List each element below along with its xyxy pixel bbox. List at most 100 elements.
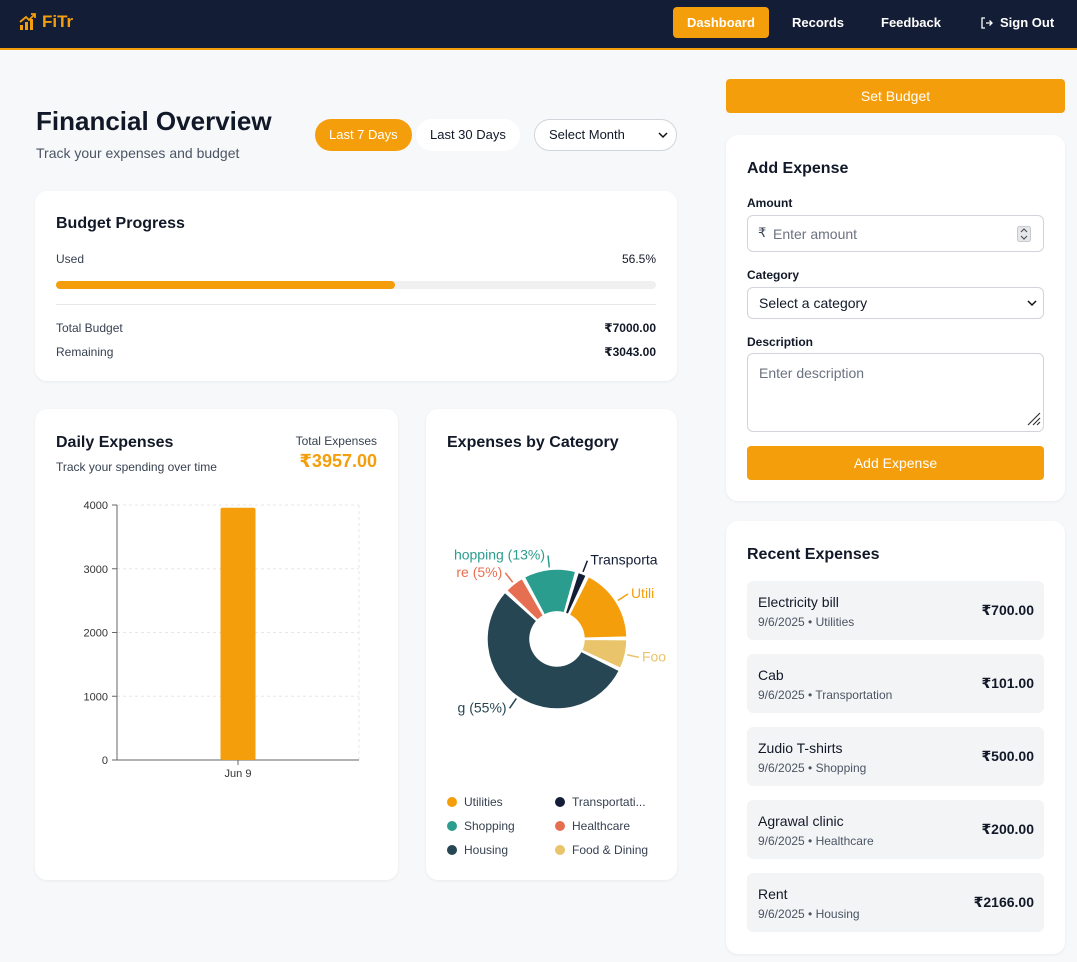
legend-swatch [447,821,457,831]
legend-swatch [447,845,457,855]
expense-amount: ₹700.00 [981,602,1034,618]
remaining-label: Remaining [56,345,114,359]
expense-amount: ₹200.00 [981,821,1034,837]
expense-amount: ₹2166.00 [973,894,1034,910]
description-placeholder: Enter description [759,365,865,381]
sign-out-icon [981,16,993,29]
used-label: Used [56,252,85,266]
add-expense-title: Add Expense [747,160,849,177]
expense-meta: 9/6/2025 • Healthcare [758,834,874,848]
expense-amount: ₹500.00 [981,748,1034,764]
recent-expense-item[interactable]: Agrawal clinic 9/6/2025 • Healthcare ₹20… [747,800,1044,859]
bar [220,507,256,760]
budget-progress-fill [56,281,395,289]
month-select[interactable]: Select Month [534,119,677,151]
y-tick-label: 3000 [84,564,108,576]
add-expense-card: Add Expense Amount ₹ Enter amount Catego… [726,135,1065,501]
expense-title: Agrawal clinic [758,813,844,829]
budget-progress-title: Budget Progress [56,215,185,232]
slice-label: g (55%) [458,699,507,715]
recent-expense-item[interactable]: Zudio T-shirts 9/6/2025 • Shopping ₹500.… [747,727,1044,786]
legend-item[interactable]: Shopping [447,819,515,833]
category-label: Category [747,268,800,282]
y-tick-label: 1000 [84,691,108,703]
month-select-value: Select Month [549,127,625,142]
total-expenses-value: ₹3957.00 [299,451,377,471]
page-title: Financial Overview [36,106,272,136]
legend-item[interactable]: Housing [447,843,508,857]
number-stepper-icon[interactable] [1017,226,1031,245]
category-select-value: Select a category [759,295,868,311]
slice-label: Utili [631,585,654,601]
top-navbar: FiTr Dashboard Records Feedback Sign Out [0,0,1077,50]
legend-label: Housing [464,843,509,857]
remaining-value: ₹3043.00 [604,345,656,359]
expense-meta: 9/6/2025 • Utilities [758,615,855,629]
category-select[interactable]: Select a category [747,287,1044,319]
resize-handle-icon[interactable] [1025,410,1041,429]
nav-dashboard[interactable]: Dashboard [673,7,769,38]
expense-title: Electricity bill [758,594,839,610]
description-textarea[interactable]: Enter description [747,353,1044,432]
filter-last-30-days[interactable]: Last 30 Days [416,119,520,151]
slice-leader-line [627,654,640,659]
used-percent: 56.5% [621,252,656,266]
expense-meta: 9/6/2025 • Shopping [758,761,867,775]
recent-expense-item[interactable]: Cab 9/6/2025 • Transportation ₹101.00 [747,654,1044,713]
slice-leader-line [582,560,589,573]
legend-swatch [447,797,457,807]
description-label: Description [747,335,814,349]
divider [56,304,656,305]
budget-progress-bar [56,281,656,289]
chart-trend-icon [19,13,36,30]
legend-swatch [555,821,565,831]
filter-last-7-days[interactable]: Last 7 Days [315,119,412,151]
x-tick-label: Jun 9 [225,768,252,780]
slice-label: Transporta [590,552,657,568]
expense-amount: ₹101.00 [981,675,1034,691]
expense-meta: 9/6/2025 • Transportation [758,688,893,702]
amount-field[interactable]: ₹ Enter amount [747,215,1044,252]
legend-item[interactable]: Utilities [447,795,503,809]
nav-records[interactable]: Records [792,7,844,38]
daily-expenses-title: Daily Expenses [56,434,174,451]
legend-item[interactable]: Food & Dining [555,843,648,857]
recent-expenses-title: Recent Expenses [747,546,880,563]
daily-expenses-subtitle: Track your spending over time [56,460,217,474]
set-budget-button[interactable]: Set Budget [726,79,1065,113]
app-logo[interactable]: FiTr [18,12,73,32]
add-expense-button[interactable]: Add Expense [747,446,1044,480]
chevron-down-icon [658,120,668,161]
y-tick-label: 2000 [84,628,108,640]
legend-label: Healthcare [572,819,631,833]
chevron-down-icon [1027,288,1037,321]
y-tick-label: 0 [102,755,108,767]
slice-label: Foo [642,648,666,664]
slice-leader-line [508,697,517,709]
slice-leader-line [504,572,514,583]
y-tick-label: 4000 [84,500,108,512]
logo-text: FiTr [42,12,74,31]
recent-expenses-card: Recent Expenses Electricity bill 9/6/202… [726,521,1065,954]
rupee-icon: ₹ [758,225,767,240]
amount-placeholder: Enter amount [773,226,858,242]
expense-title: Rent [758,886,788,902]
legend-label: Shopping [464,819,515,833]
legend-item[interactable]: Transportati... [555,795,646,809]
recent-expense-item[interactable]: Electricity bill 9/6/2025 • Utilities ₹7… [747,581,1044,640]
nav-feedback[interactable]: Feedback [881,7,941,38]
slice-label: re (5%) [456,564,502,580]
budget-progress-card: Budget Progress Used 56.5% Total Budget … [35,191,677,381]
amount-label: Amount [747,196,793,210]
sign-out-button[interactable]: Sign Out [980,7,1054,38]
legend-item[interactable]: Healthcare [555,819,630,833]
recent-expense-item[interactable]: Rent 9/6/2025 • Housing ₹2166.00 [747,873,1044,932]
legend-label: Utilities [464,795,503,809]
expense-title: Cab [758,667,784,683]
slice-label: hopping (13%) [454,546,545,562]
legend-swatch [555,797,565,807]
daily-expenses-bar-chart: 0 1000 2000 3000 4000 Jun 9 [84,500,360,780]
legend-label: Food & Dining [572,843,649,857]
sign-out-label: Sign Out [1000,15,1055,30]
expense-meta: 9/6/2025 • Housing [758,907,860,921]
